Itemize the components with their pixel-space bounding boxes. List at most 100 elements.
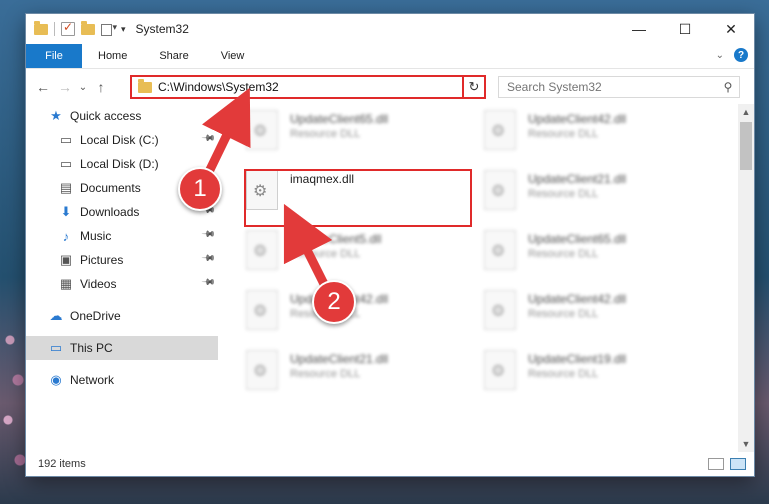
file-item[interactable]: UpdateClient21.dll Resource DLL: [246, 350, 466, 400]
scrollbar-thumb[interactable]: [740, 122, 752, 170]
expand-ribbon-icon[interactable]: ⌄: [716, 50, 724, 61]
file-name: UpdateClient42.dll: [528, 112, 627, 126]
refresh-icon: ↻: [468, 79, 480, 94]
recent-locations-chevron-icon[interactable]: ⌄: [76, 82, 90, 93]
download-icon: ⬇: [60, 204, 72, 219]
file-list: UpdateClient65.dllResource DLL UpdateClie…: [236, 104, 736, 452]
tab-view[interactable]: View: [205, 44, 261, 68]
callout-step-2: 2: [312, 280, 356, 324]
sidebar-item[interactable]: ★ Quick access: [26, 104, 218, 128]
sidebar-item[interactable]: ☁ OneDrive: [26, 304, 218, 328]
customize-dropdown-icon[interactable]: ▾: [121, 24, 126, 35]
toolbar-separator: [54, 22, 55, 36]
file-type: Resource DLL: [528, 308, 599, 320]
sidebar-item-label: This PC: [70, 341, 113, 355]
details-view-icon[interactable]: [708, 458, 724, 470]
ribbon-tabs: File Home Share View ⌄ ?: [26, 44, 754, 69]
file-item[interactable]: UpdateClient5.dll Resource DLL: [246, 230, 466, 280]
file-name: UpdateClient42.dll: [528, 292, 627, 306]
pin-icon[interactable]: 📌: [201, 131, 216, 147]
file-name: UpdateClient19.dll: [528, 352, 627, 366]
cloud-icon: ☁: [49, 308, 63, 323]
large-icons-view-icon[interactable]: [730, 458, 746, 470]
vertical-scrollbar[interactable]: ▲ ▼: [738, 104, 754, 452]
forward-arrow-icon[interactable]: →: [54, 79, 76, 95]
new-folder-icon[interactable]: [81, 20, 95, 35]
ribbon-right-controls: ⌄ ?: [716, 48, 748, 62]
sidebar-item-label: Quick access: [70, 109, 142, 123]
pin-icon[interactable]: 📌: [201, 275, 216, 291]
file-highlight-box: [244, 169, 472, 227]
minimize-button[interactable]: —: [616, 14, 662, 44]
file-item[interactable]: UpdateClient19.dll Resource DLL: [484, 350, 704, 400]
sidebar-item-label: Videos: [80, 277, 117, 291]
back-arrow-icon[interactable]: ←: [32, 79, 54, 95]
scroll-down-icon[interactable]: ▼: [738, 436, 754, 452]
file-item[interactable]: UpdateClient42.dll Resource DLL: [484, 290, 704, 340]
up-arrow-icon[interactable]: ↑: [90, 79, 112, 95]
sidebar-item-label: Documents: [80, 181, 141, 195]
file-type: Resource DLL: [528, 128, 599, 140]
title-bar: ▾ System32 — ☐ ✕: [26, 14, 754, 44]
drive-icon: ▭: [59, 156, 73, 171]
file-type: Resource DLL: [528, 188, 599, 200]
file-type: Resource DLL: [290, 248, 361, 260]
tab-share[interactable]: Share: [143, 44, 204, 68]
drive-icon: ▭: [59, 132, 73, 147]
sidebar-item[interactable]: ▦ Videos 📌: [26, 272, 218, 296]
file-name: UpdateClient21.dll: [290, 352, 389, 366]
search-icon[interactable]: ⚲: [717, 80, 739, 94]
pin-icon[interactable]: 📌: [201, 227, 216, 243]
file-type: Resource DLL: [528, 368, 599, 380]
address-path: C:\Windows\System32: [158, 80, 279, 94]
scroll-up-icon[interactable]: ▲: [738, 104, 754, 120]
window-controls: — ☐ ✕: [616, 14, 754, 44]
dll-file-icon: [484, 170, 516, 210]
sidebar-item-label: Local Disk (D:): [80, 157, 159, 171]
file-name: UpdateClient5.dll: [290, 232, 382, 246]
sidebar-item-label: Music: [80, 229, 112, 243]
sidebar-item[interactable]: ▭ This PC: [26, 336, 218, 360]
sidebar-item[interactable]: ♪ Music 📌: [26, 224, 218, 248]
close-button[interactable]: ✕: [708, 14, 754, 44]
sidebar-item[interactable]: ▭ Local Disk (C:) 📌: [26, 128, 218, 152]
sidebar-item[interactable]: ▣ Pictures 📌: [26, 248, 218, 272]
pin-icon[interactable]: 📌: [201, 251, 216, 267]
search-input[interactable]: [499, 79, 717, 95]
pc-icon: ▭: [49, 340, 63, 355]
help-icon[interactable]: ?: [734, 48, 748, 62]
dll-file-icon: [484, 230, 516, 270]
file-item[interactable]: UpdateClient42.dll Resource DLL: [484, 110, 704, 160]
status-bar: 192 items: [26, 452, 754, 476]
address-bar[interactable]: C:\Windows\System32 ⌄: [130, 75, 484, 99]
properties-icon[interactable]: [101, 22, 117, 36]
sidebar-item-label: Pictures: [80, 253, 124, 267]
tab-home[interactable]: Home: [82, 44, 143, 68]
maximize-button[interactable]: ☐: [662, 14, 708, 44]
item-count: 192 items: [38, 458, 86, 470]
file-item[interactable]: UpdateClient65.dll Resource DLL: [246, 110, 466, 160]
properties-check-icon[interactable]: [61, 20, 75, 36]
sidebar-item-label: OneDrive: [70, 309, 121, 323]
tab-file[interactable]: File: [26, 44, 82, 68]
file-item[interactable]: UpdateClient65.dll Resource DLL: [484, 230, 704, 280]
sidebar-item-label: Local Disk (C:): [80, 133, 159, 147]
sidebar-item[interactable]: ◉ Network: [26, 368, 218, 392]
network-icon: ◉: [50, 372, 62, 387]
file-item[interactable]: UpdateClient42.dllResource DLL: [246, 290, 466, 340]
sidebar-item-label: Network: [70, 373, 115, 387]
dll-file-icon: [484, 290, 516, 330]
file-item[interactable]: UpdateClient21.dll Resource DLL: [484, 170, 704, 220]
star-icon: ★: [50, 108, 62, 123]
music-icon: ♪: [62, 228, 70, 244]
navigation-bar: ← → ⌄ ↑ C:\Windows\System32 ⌄ ↻ ⚲: [26, 69, 754, 105]
file-explorer-window: ▾ System32 — ☐ ✕ File Home Share View ⌄ …: [26, 14, 754, 476]
documents-icon: ▤: [59, 180, 73, 195]
window-title: System32: [135, 22, 189, 36]
navigation-pane: ★ Quick access ▭ Local Disk (C:) 📌 ▭ Local Dis…: [26, 104, 218, 452]
callout-step-1: 1: [178, 167, 222, 211]
sidebar-item-label: Downloads: [80, 205, 140, 219]
file-type: Resource DLL: [290, 368, 361, 380]
search-box[interactable]: ⚲: [498, 76, 740, 98]
refresh-button[interactable]: ↻: [462, 75, 486, 99]
